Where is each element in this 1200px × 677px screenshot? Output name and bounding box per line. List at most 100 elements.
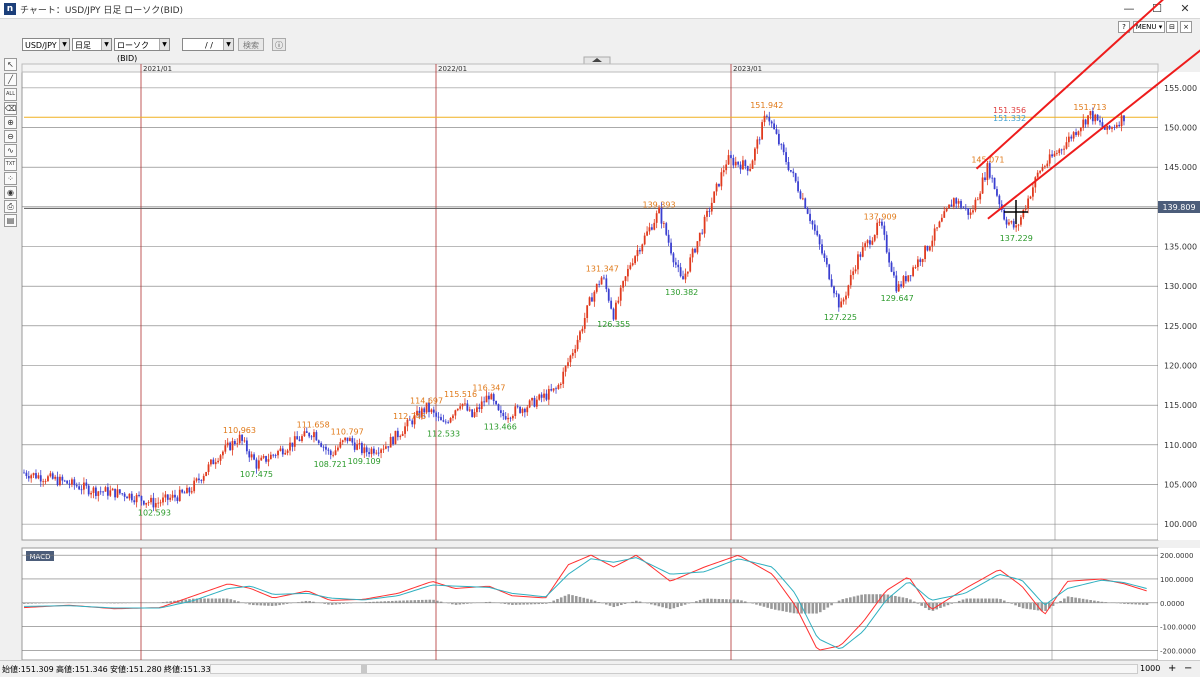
candle-body [318, 440, 320, 443]
candle-body [1109, 126, 1111, 129]
candle-body [47, 476, 49, 481]
candle-body [970, 212, 972, 214]
candle-body [522, 409, 524, 413]
candle-body [680, 267, 682, 276]
chart-canvas[interactable]: 2021/012022/012023/01 155.000150.000145.… [0, 0, 1200, 676]
candle-body [1121, 115, 1123, 126]
candle-body [687, 272, 689, 274]
macd-histogram-bar [1082, 599, 1085, 603]
macd-histogram-bar [736, 600, 739, 603]
minimize-button[interactable]: — [1114, 0, 1144, 18]
candle-body [1123, 115, 1125, 121]
zoom-out-button[interactable]: − [1184, 663, 1192, 674]
macd-histogram-bar [455, 603, 458, 605]
candle-body [1082, 120, 1084, 128]
macd-histogram-bar [211, 599, 214, 603]
scrollbar-thumb[interactable] [361, 665, 367, 673]
candle-body [816, 231, 818, 235]
all-icon[interactable]: ALL [4, 88, 17, 101]
candle-body [572, 353, 574, 356]
y-tick-label: 145.000 [1164, 163, 1197, 172]
candle-body [596, 284, 598, 292]
candle-body [289, 443, 291, 451]
macd-histogram-bar [305, 601, 308, 603]
swing-low-label: 127.225 [824, 313, 857, 322]
candle-body [706, 211, 708, 217]
menu-button[interactable]: MENU ▾ [1133, 21, 1165, 33]
candle-body [605, 278, 607, 289]
candle-body [979, 194, 981, 200]
macd-y-tick-label: 0.0000 [1160, 600, 1185, 608]
swing-high-label: 139.393 [642, 201, 675, 210]
print-icon[interactable]: ⎙ [4, 200, 17, 213]
eraser-icon[interactable]: ⌫ [4, 102, 17, 115]
candle-body [121, 493, 123, 494]
candle-body [601, 278, 603, 285]
currency-pair-select[interactable]: USD/JPY ▼ [22, 38, 70, 51]
collapse-tab[interactable] [584, 57, 610, 64]
pin-icon[interactable]: ⊟ [1166, 21, 1178, 33]
macd-histogram-bar [218, 599, 221, 603]
macd-histogram-bar [113, 603, 116, 604]
candle-body [795, 173, 797, 181]
candle-body [1056, 153, 1058, 154]
text-icon[interactable]: TXT [4, 158, 17, 171]
candle-body [814, 224, 816, 230]
candle-body [490, 394, 492, 399]
pen-icon[interactable]: ╱ [4, 73, 17, 86]
macd-histogram-bar [207, 599, 210, 603]
macd-title-box [26, 551, 54, 561]
macd-histogram-bar [1097, 601, 1100, 603]
timeframe-select[interactable]: 日足 ▼ [72, 38, 112, 51]
candle-body [857, 254, 859, 269]
candle-body [519, 407, 521, 413]
macd-histogram-bar [331, 603, 334, 605]
candle-body [375, 453, 377, 454]
price-panel[interactable] [22, 72, 1158, 540]
macd-histogram-bar [1029, 603, 1032, 610]
macd-histogram-bar [1067, 596, 1070, 602]
candle-body [404, 426, 406, 434]
candle-body [977, 199, 979, 200]
macd-histogram-bar [943, 603, 946, 607]
date-input[interactable]: / / ▼ [182, 38, 234, 51]
last-buy-label: 151.332 [993, 114, 1026, 123]
candle-body [325, 447, 327, 450]
macd-histogram-bar [1014, 603, 1017, 606]
candle-body [157, 503, 159, 504]
save-icon[interactable]: ▤ [4, 214, 17, 227]
search-button[interactable]: 検索 [238, 38, 264, 51]
candle-body [356, 444, 358, 450]
macd-histogram-bar [635, 601, 638, 603]
swing-high-label: 115.516 [444, 390, 477, 399]
grid-icon[interactable]: ⁘ [4, 172, 17, 185]
swing-high-label: 116.347 [472, 383, 505, 392]
eye-icon[interactable]: ◉ [4, 186, 17, 199]
candle-body [831, 279, 833, 286]
maximize-button[interactable]: ☐ [1142, 0, 1172, 18]
candle-body [701, 233, 703, 234]
zoom-in-button[interactable]: + [1168, 663, 1176, 674]
candle-body [843, 299, 845, 301]
candle-body [780, 144, 782, 145]
macd-panel[interactable] [22, 548, 1158, 660]
help-button[interactable]: ? [1118, 21, 1130, 33]
macd-histogram-bar [166, 602, 169, 603]
chart-type-select[interactable]: ローソク(BID) ▼ [114, 38, 170, 51]
macd-histogram-bar [425, 600, 428, 603]
macd-histogram-bar [511, 603, 514, 605]
macd-histogram-bar [1071, 597, 1074, 603]
zoom-out-icon[interactable]: ⊖ [4, 130, 17, 143]
candle-body [383, 449, 385, 450]
zoom-in-icon[interactable]: ⊕ [4, 116, 17, 129]
info-icon[interactable]: ⓘ [272, 38, 286, 51]
panel-close-icon[interactable]: × [1180, 21, 1192, 33]
candle-body [711, 203, 713, 212]
candle-body [871, 241, 873, 245]
macd-histogram-bar [924, 603, 927, 608]
arrow-icon[interactable]: ↖ [4, 58, 17, 71]
indicator-icon[interactable]: ∿ [4, 144, 17, 157]
candle-body [869, 240, 871, 244]
close-button[interactable]: ✕ [1170, 0, 1200, 18]
chart-scrollbar[interactable] [210, 664, 1138, 674]
